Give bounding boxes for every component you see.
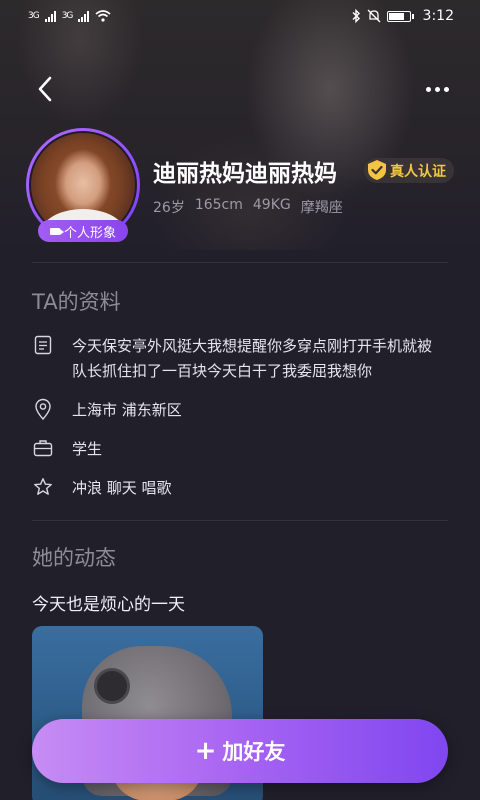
profile-age: 26岁: [153, 200, 185, 216]
video-camera-icon: [49, 227, 64, 235]
wifi-icon: [95, 10, 111, 22]
profile-meta: 26岁 165cm 49KG 摩羯座: [153, 197, 343, 217]
profile-height: 165cm: [194, 197, 243, 213]
more-dot-icon: [434, 86, 440, 92]
moment-post-text: 今天也是烦心的一天: [32, 595, 185, 615]
add-friend-label: 加好友: [222, 740, 286, 764]
occupation-text: 学生: [72, 440, 103, 458]
battery-icon: [386, 10, 414, 22]
bluetooth-icon: [352, 9, 360, 23]
verified-shield-icon: [368, 160, 386, 180]
hobbies-row: 冲浪 聊天 唱歌: [32, 476, 452, 501]
moments-section-title: 她的动态: [32, 546, 116, 570]
hobbies-text: 冲浪 聊天 唱歌: [72, 479, 172, 497]
location-pin-icon: [32, 398, 54, 420]
status-time: 3:12: [422, 8, 454, 24]
signal-bars-icon: [44, 10, 56, 22]
about-section-title: TA的资料: [32, 290, 121, 314]
personal-image-badge[interactable]: 个人形象: [38, 220, 128, 242]
verified-label: 真人认证: [390, 163, 446, 180]
status-bar: 3G 3G 3:12: [0, 0, 480, 32]
star-icon: [32, 476, 54, 498]
location-text: 上海市 浦东新区: [72, 401, 182, 419]
back-button[interactable]: [28, 72, 62, 106]
profile-name: 迪丽热妈迪丽热妈: [153, 161, 337, 187]
more-options-button[interactable]: [420, 76, 454, 102]
document-icon: [32, 334, 54, 356]
signal-type-2: 3G: [61, 11, 74, 21]
personal-image-label: 个人形象: [63, 225, 116, 241]
section-divider: [32, 262, 448, 263]
signal-bars-icon: [78, 10, 90, 22]
profile-weight: 49KG: [252, 197, 291, 213]
bio-text: 今天保安亭外风挺大我想提醒你多穿点刚打开手机就被队长抓住扣了一百块今天白干了我委…: [72, 337, 433, 380]
briefcase-icon: [32, 437, 54, 459]
profile-zodiac: 摩羯座: [300, 200, 343, 216]
occupation-row: 学生: [32, 437, 452, 462]
bio-row: 今天保安亭外风挺大我想提醒你多穿点刚打开手机就被队长抓住扣了一百块今天白干了我委…: [32, 334, 452, 384]
verified-badge: 真人认证: [364, 158, 454, 183]
signal-type-1: 3G: [28, 11, 40, 21]
section-divider: [32, 520, 448, 521]
more-dot-icon: [425, 86, 431, 92]
chevron-left-icon: [38, 76, 52, 102]
plus-icon: +: [194, 736, 217, 766]
location-row: 上海市 浦东新区: [32, 398, 452, 423]
more-dot-icon: [443, 86, 449, 92]
add-friend-button[interactable]: + 加好友: [32, 719, 448, 783]
mute-bell-icon: [367, 9, 381, 23]
